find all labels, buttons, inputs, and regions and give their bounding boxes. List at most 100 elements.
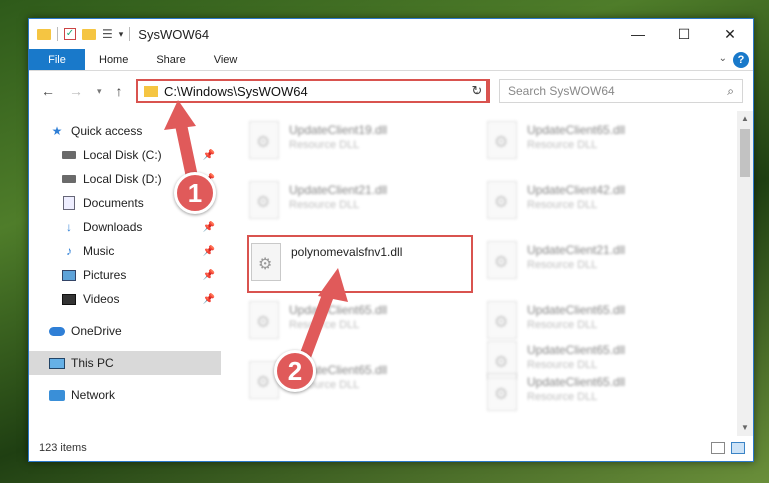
- sidebar-item-music[interactable]: ♪ Music 📌: [29, 239, 221, 263]
- tab-file[interactable]: File: [29, 49, 85, 70]
- back-arrow-icon[interactable]: ←: [41, 83, 55, 99]
- videos-icon: [61, 292, 77, 306]
- downloads-icon: ↓: [66, 220, 72, 234]
- file-type: Resource DLL: [289, 319, 360, 331]
- file-name: UpdateClient65.dll: [527, 375, 626, 389]
- file-name: polynomevalsfnv1.dll: [291, 245, 403, 259]
- properties-check-icon[interactable]: ✓: [64, 28, 76, 40]
- sidebar-item-label: Quick access: [71, 124, 143, 138]
- disk-icon: [61, 172, 77, 186]
- expand-ribbon-icon[interactable]: ⌄: [719, 53, 727, 64]
- file-type: Resource DLL: [527, 319, 598, 331]
- file-item[interactable]: UpdateClient21.dll Resource DLL: [487, 237, 707, 289]
- navigation-buttons: ← → ▾ ↑: [29, 83, 123, 99]
- sidebar-item-label: Pictures: [83, 268, 127, 282]
- chevron-down-icon[interactable]: ▾: [119, 29, 124, 40]
- search-input[interactable]: Search SysWOW64 ⌕: [499, 79, 743, 103]
- dll-file-icon: [487, 301, 517, 339]
- large-icons-view-icon[interactable]: [731, 442, 745, 454]
- refresh-button[interactable]: ↻: [466, 79, 490, 103]
- network-icon: [49, 388, 65, 402]
- file-item-polynomevalsfnv1[interactable]: polynomevalsfnv1.dll: [247, 235, 473, 293]
- search-icon[interactable]: ⌕: [727, 84, 734, 99]
- sidebar-item-label: Network: [71, 388, 116, 402]
- step-badge-1: 1: [174, 172, 216, 214]
- music-icon: ♪: [66, 244, 72, 258]
- file-name: UpdateClient65.dll: [527, 303, 626, 317]
- pictures-icon: [61, 268, 77, 282]
- sidebar-item-onedrive[interactable]: OneDrive: [29, 319, 221, 343]
- sidebar-item-label: Music: [83, 244, 115, 258]
- recent-locations-icon[interactable]: ▾: [97, 86, 102, 97]
- file-name: UpdateClient65.dll: [527, 343, 626, 357]
- sidebar-item-videos[interactable]: Videos 📌: [29, 287, 221, 311]
- dll-file-icon: [249, 181, 279, 219]
- sidebar-item-network[interactable]: Network: [29, 383, 221, 407]
- minimize-button[interactable]: —: [615, 19, 661, 49]
- file-type: Resource DLL: [527, 139, 598, 151]
- file-item[interactable]: UpdateClient21.dll Resource DLL: [249, 177, 469, 229]
- pin-icon[interactable]: 📌: [203, 246, 215, 257]
- pin-icon[interactable]: 📌: [203, 222, 215, 233]
- dll-file-icon: [487, 121, 517, 159]
- tab-share[interactable]: Share: [142, 49, 199, 70]
- file-name: UpdateClient42.dll: [527, 183, 626, 197]
- vertical-scrollbar[interactable]: ▲ ▼: [737, 111, 753, 436]
- new-folder-icon[interactable]: [82, 28, 96, 40]
- maximize-button[interactable]: ☐: [661, 19, 707, 49]
- toolbar-divider: [129, 27, 131, 41]
- dll-file-icon: [487, 241, 517, 279]
- sidebar-item-label: Videos: [83, 292, 120, 306]
- sidebar-item-label: Documents: [83, 196, 144, 210]
- sidebar-item-label: Local Disk (C:): [83, 148, 162, 162]
- address-bar[interactable]: C:\Windows\SysWOW64 ⌄: [136, 79, 488, 103]
- search-placeholder: Search SysWOW64: [508, 84, 615, 98]
- tab-home[interactable]: Home: [85, 49, 142, 70]
- main-content: ★ Quick access Local Disk (C:) 📌 Local D…: [29, 111, 753, 436]
- tab-view[interactable]: View: [200, 49, 252, 70]
- folder-icon: [144, 85, 158, 97]
- navigation-pane: ★ Quick access Local Disk (C:) 📌 Local D…: [29, 111, 221, 436]
- sidebar-item-downloads[interactable]: ↓ Downloads 📌: [29, 215, 221, 239]
- sidebar-item-label: Local Disk (D:): [83, 172, 162, 186]
- forward-arrow-icon[interactable]: →: [69, 83, 83, 99]
- sidebar-item-local-disk-c[interactable]: Local Disk (C:) 📌: [29, 143, 221, 167]
- pin-icon[interactable]: 📌: [203, 294, 215, 305]
- documents-icon: [61, 196, 77, 210]
- disk-icon: [61, 148, 77, 162]
- file-item[interactable]: UpdateClient65.dll Resource DLL: [249, 297, 469, 349]
- sidebar-item-quick-access[interactable]: ★ Quick access: [29, 119, 221, 143]
- file-name: UpdateClient65.dll: [527, 123, 626, 137]
- sidebar-item-pictures[interactable]: Pictures 📌: [29, 263, 221, 287]
- file-name: UpdateClient19.dll: [289, 123, 388, 137]
- status-bar: 123 items: [29, 435, 753, 461]
- file-item[interactable]: UpdateClient42.dll Resource DLL: [487, 177, 707, 229]
- sidebar-item-label: This PC: [71, 356, 114, 370]
- file-type: Resource DLL: [527, 259, 598, 271]
- file-type: Resource DLL: [289, 139, 360, 151]
- help-icon[interactable]: ?: [733, 52, 749, 68]
- file-item[interactable]: UpdateClient19.dll Resource DLL: [249, 117, 469, 169]
- scroll-down-icon[interactable]: ▼: [737, 420, 753, 436]
- scroll-up-icon[interactable]: ▲: [737, 111, 753, 127]
- scroll-thumb[interactable]: [740, 129, 750, 177]
- toolbar-divider: [57, 27, 58, 41]
- ribbon-tabs: File Home Share View ⌄ ?: [29, 49, 753, 71]
- dll-file-icon: [249, 301, 279, 339]
- up-arrow-icon[interactable]: ↑: [116, 83, 123, 99]
- pin-icon[interactable]: 📌: [203, 270, 215, 281]
- window-controls: — ☐ ✕: [615, 19, 753, 49]
- address-row: ← → ▾ ↑ C:\Windows\SysWOW64 ⌄ ↻ Search S…: [29, 71, 753, 111]
- file-type: Resource DLL: [527, 199, 598, 211]
- close-button[interactable]: ✕: [707, 19, 753, 49]
- file-type: Resource DLL: [527, 391, 598, 403]
- customize-toolbar-icon[interactable]: ☰: [102, 27, 113, 41]
- file-item[interactable]: UpdateClient65.dll Resource DLL: [487, 117, 707, 169]
- sidebar-item-label: OneDrive: [71, 324, 122, 338]
- pin-icon[interactable]: 📌: [203, 150, 215, 161]
- details-view-icon[interactable]: [711, 442, 725, 454]
- quick-access-toolbar: ✓ ☰ ▾: [29, 27, 131, 41]
- sidebar-item-this-pc[interactable]: This PC: [29, 351, 221, 375]
- file-item[interactable]: UpdateClient65.dll Resource DLL: [487, 369, 707, 421]
- dll-file-icon: [487, 181, 517, 219]
